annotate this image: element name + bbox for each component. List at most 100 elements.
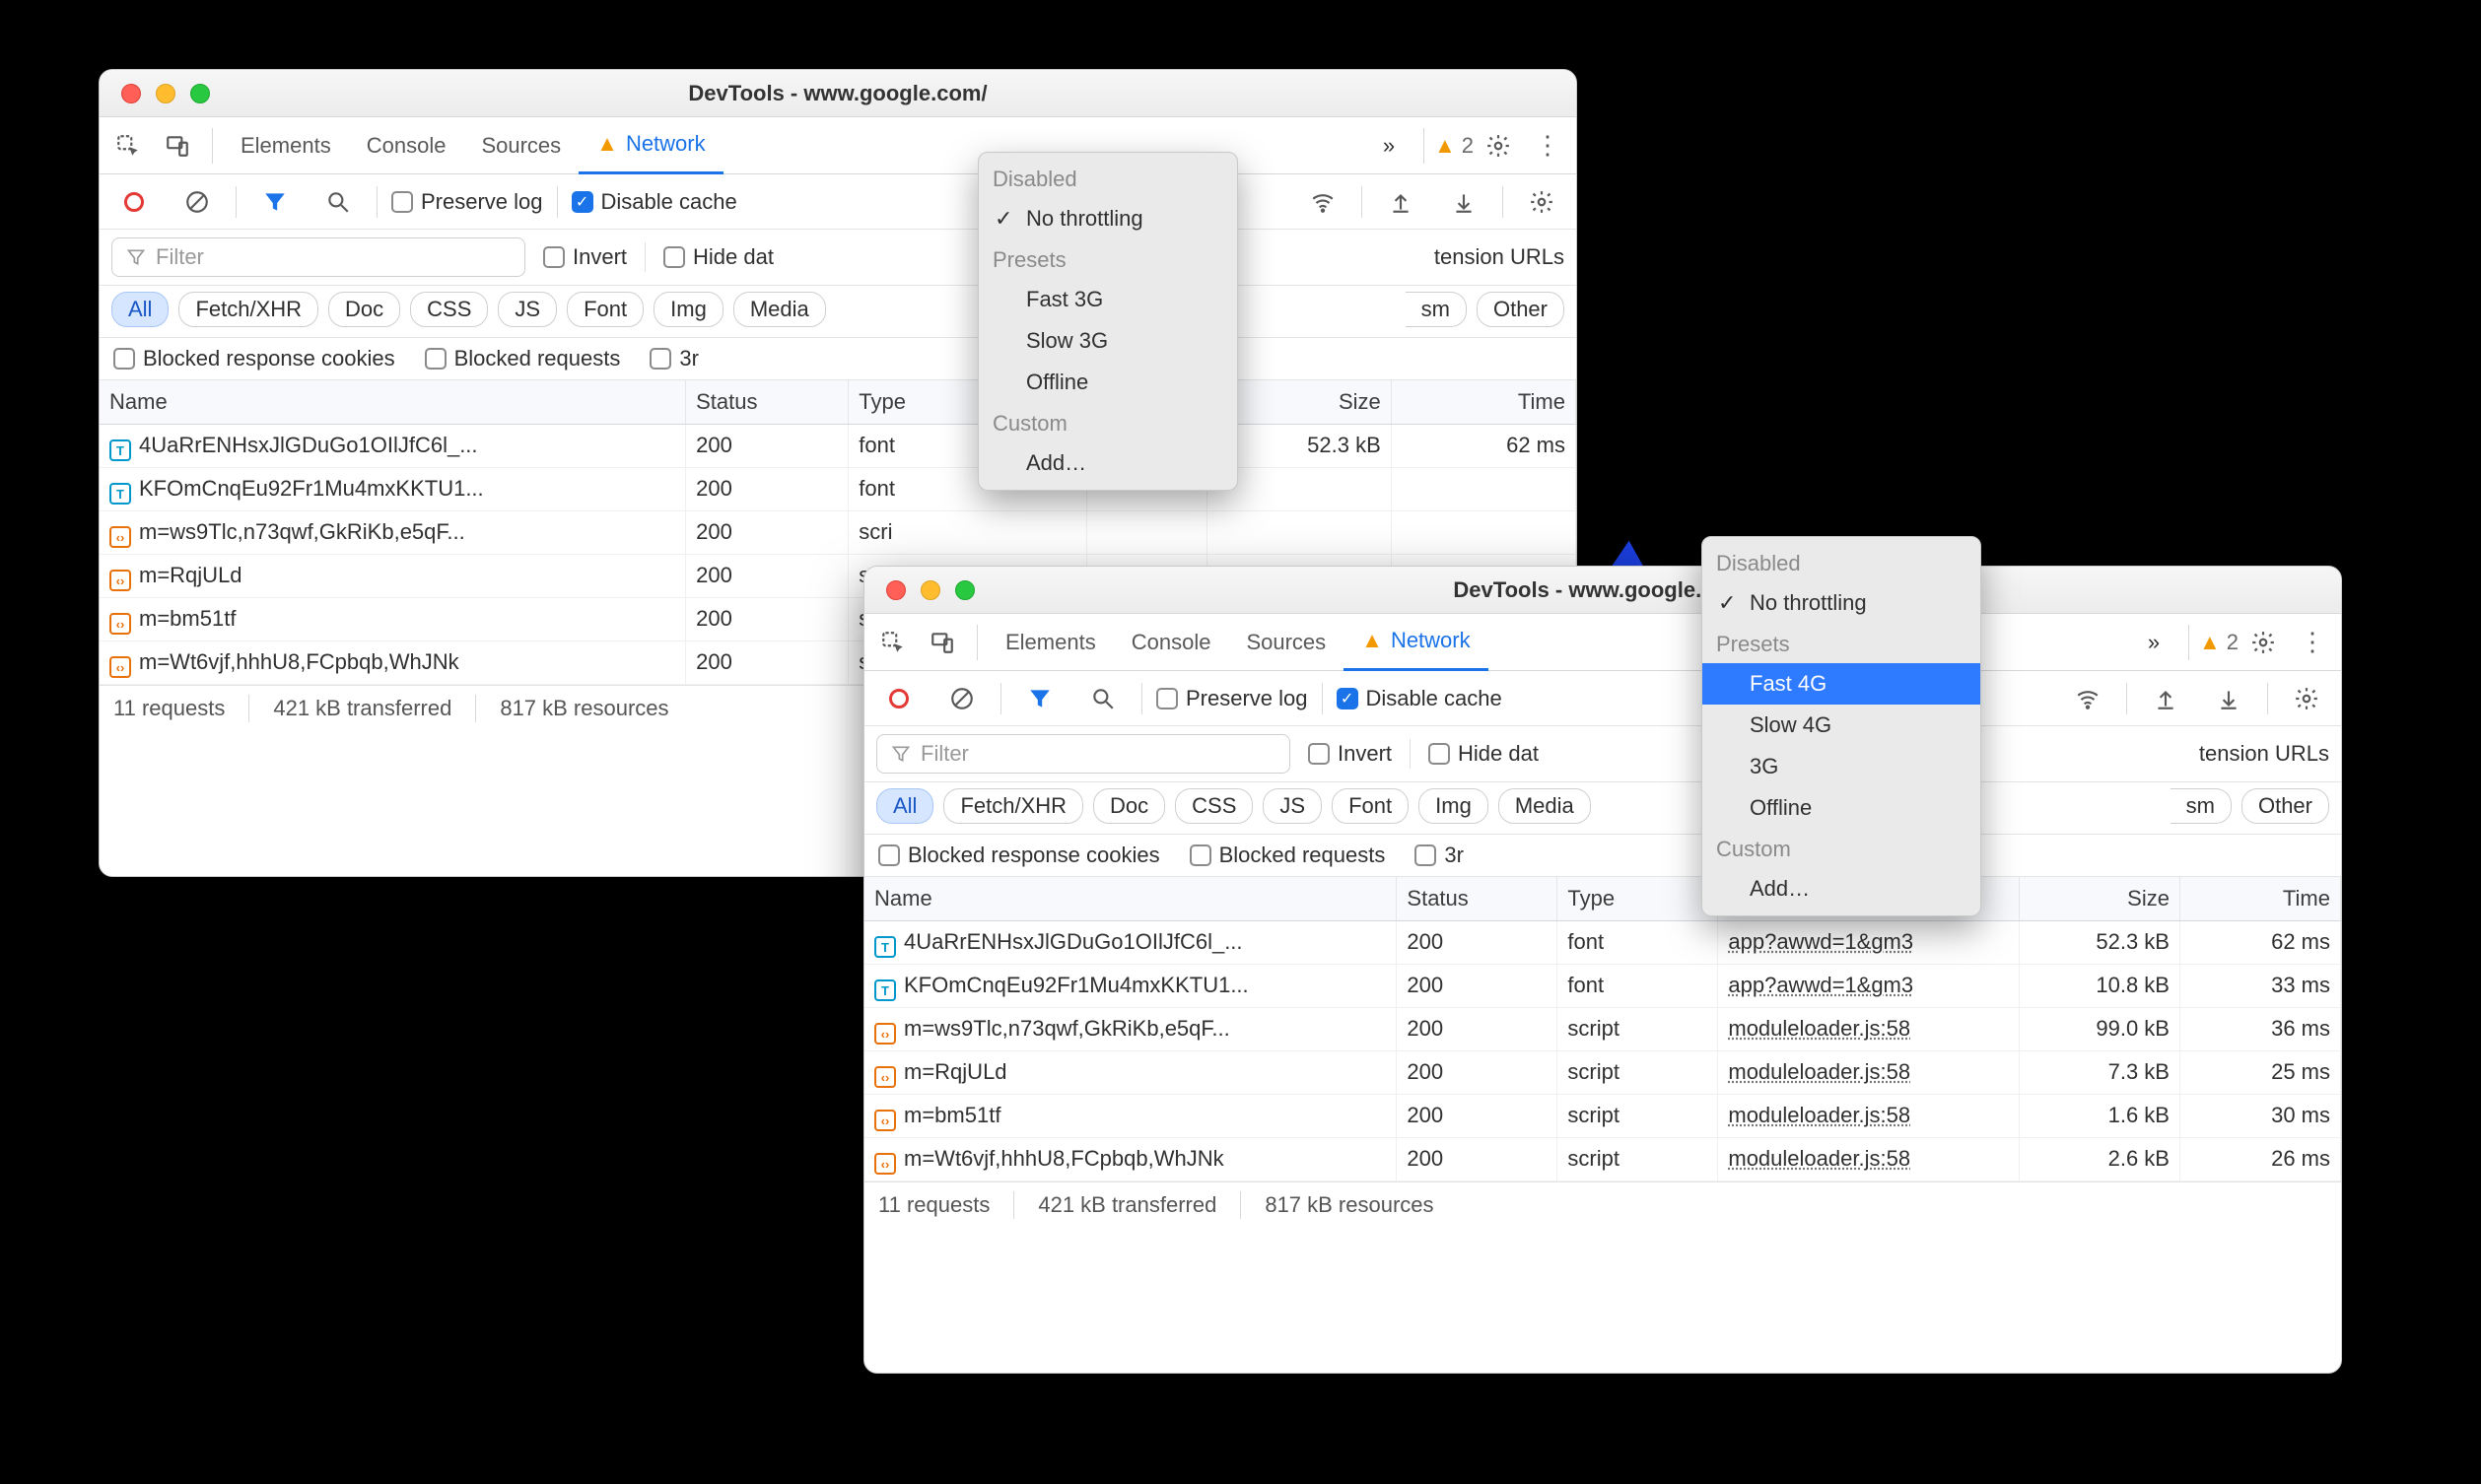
clear-button[interactable] <box>941 678 983 719</box>
table-row[interactable]: TKFOmCnqEu92Fr1Mu4mxKKTU1...200font <box>100 467 1576 510</box>
blocked-response-cookies-checkbox[interactable]: Blocked response cookies <box>878 843 1160 868</box>
pill-all[interactable]: All <box>876 788 933 824</box>
pill-css[interactable]: CSS <box>1175 788 1253 824</box>
pill-doc[interactable]: Doc <box>328 292 400 327</box>
blocked-requests-checkbox[interactable]: Blocked requests <box>425 346 621 371</box>
invert-checkbox[interactable]: Invert <box>1308 741 1392 767</box>
col-time[interactable]: Time <box>2179 877 2340 920</box>
settings-gear-icon[interactable] <box>1478 125 1519 167</box>
pill-other[interactable]: Other <box>1477 292 1564 327</box>
col-type[interactable]: Type <box>1557 877 1718 920</box>
pill-fetch-xhr[interactable]: Fetch/XHR <box>178 292 318 327</box>
filter-input[interactable]: Filter <box>876 734 1290 774</box>
throttling-option-add[interactable]: Add… <box>979 442 1237 484</box>
throttling-option-fast-3g[interactable]: Fast 3G <box>979 279 1237 320</box>
inspect-element-icon[interactable] <box>872 622 914 663</box>
search-icon[interactable] <box>317 181 359 223</box>
initiator-link[interactable]: moduleloader.js:58 <box>1728 1016 1910 1041</box>
tab-console[interactable]: Console <box>1114 614 1229 671</box>
more-tabs-chevron-icon[interactable]: » <box>2133 622 2174 663</box>
settings-gear-icon[interactable] <box>2242 622 2284 663</box>
pill-wasm-partial[interactable]: sm <box>1406 292 1467 327</box>
throttling-option-slow-3g[interactable]: Slow 3G <box>979 320 1237 362</box>
pill-img[interactable]: Img <box>654 292 724 327</box>
network-settings-gear-icon[interactable] <box>1521 181 1562 223</box>
table-row[interactable]: ‹›m=Wt6vjf,hhhU8,FCpbqb,WhJNk200scriptmo… <box>864 1137 2341 1180</box>
initiator-link[interactable]: moduleloader.js:58 <box>1728 1103 1910 1127</box>
tab-sources[interactable]: Sources <box>1228 614 1344 671</box>
col-status[interactable]: Status <box>1397 877 1557 920</box>
blocked-requests-checkbox[interactable]: Blocked requests <box>1190 843 1386 868</box>
pill-font[interactable]: Font <box>1332 788 1409 824</box>
throttling-option-3g[interactable]: 3G <box>1702 746 1980 787</box>
throttling-option-no-throttling[interactable]: No throttling <box>1702 582 1980 624</box>
throttling-option-offline[interactable]: Offline <box>1702 787 1980 829</box>
more-tabs-chevron-icon[interactable]: » <box>1368 125 1410 167</box>
col-status[interactable]: Status <box>686 380 849 424</box>
import-har-icon[interactable] <box>1380 181 1421 223</box>
disable-cache-checkbox[interactable]: ✓Disable cache <box>572 189 737 215</box>
blocked-response-cookies-checkbox[interactable]: Blocked response cookies <box>113 346 395 371</box>
pill-js[interactable]: JS <box>1263 788 1322 824</box>
network-conditions-icon[interactable] <box>2067 678 2108 719</box>
table-row[interactable]: TKFOmCnqEu92Fr1Mu4mxKKTU1...200fontapp?a… <box>864 964 2341 1007</box>
tab-elements[interactable]: Elements <box>223 117 349 174</box>
pill-media[interactable]: Media <box>1498 788 1591 824</box>
initiator-link[interactable]: moduleloader.js:58 <box>1728 1146 1910 1171</box>
initiator-link[interactable]: moduleloader.js:58 <box>1728 1059 1910 1084</box>
inspect-element-icon[interactable] <box>107 125 149 167</box>
throttling-option-offline[interactable]: Offline <box>979 362 1237 403</box>
pill-wasm-partial[interactable]: sm <box>2171 788 2232 824</box>
device-mode-icon[interactable] <box>922 622 963 663</box>
table-row[interactable]: ‹›m=bm51tf200scriptmoduleloader.js:581.6… <box>864 1094 2341 1137</box>
invert-checkbox[interactable]: Invert <box>543 244 627 270</box>
pill-media[interactable]: Media <box>733 292 826 327</box>
hide-data-urls-checkbox[interactable]: Hide dat <box>663 244 774 270</box>
filter-funnel-icon[interactable] <box>254 181 296 223</box>
clear-button[interactable] <box>176 181 218 223</box>
throttling-option-no-throttling[interactable]: No throttling <box>979 198 1237 239</box>
record-button[interactable] <box>113 181 155 223</box>
third-party-checkbox[interactable]: 3r <box>1414 843 1464 868</box>
table-row[interactable]: ‹›m=ws9Tlc,n73qwf,GkRiKb,e5qF...200scrip… <box>864 1007 2341 1050</box>
tab-elements[interactable]: Elements <box>988 614 1114 671</box>
pill-fetch-xhr[interactable]: Fetch/XHR <box>943 788 1083 824</box>
kebab-menu-icon[interactable]: ⋮ <box>1527 125 1568 167</box>
table-row[interactable]: ‹›m=ws9Tlc,n73qwf,GkRiKb,e5qF...200scri <box>100 510 1576 554</box>
warnings-badge[interactable]: ▲2 <box>2199 630 2239 655</box>
tab-sources[interactable]: Sources <box>463 117 579 174</box>
filter-funnel-icon[interactable] <box>1019 678 1061 719</box>
tab-network[interactable]: ▲ Network <box>579 117 723 174</box>
preserve-log-checkbox[interactable]: Preserve log <box>391 189 543 215</box>
search-icon[interactable] <box>1082 678 1124 719</box>
network-conditions-icon[interactable] <box>1302 181 1344 223</box>
third-party-checkbox[interactable]: 3r <box>650 346 699 371</box>
network-settings-gear-icon[interactable] <box>2286 678 2327 719</box>
col-size[interactable]: Size <box>2019 877 2179 920</box>
initiator-link[interactable]: app?awwd=1&gm3 <box>1728 929 1913 954</box>
device-mode-icon[interactable] <box>157 125 198 167</box>
throttling-option-fast-4g[interactable]: Fast 4G <box>1702 663 1980 705</box>
titlebar[interactable]: DevTools - www.google.com/ <box>100 70 1576 117</box>
pill-img[interactable]: Img <box>1418 788 1488 824</box>
throttling-option-add[interactable]: Add… <box>1702 868 1980 910</box>
pill-doc[interactable]: Doc <box>1093 788 1165 824</box>
tab-network[interactable]: ▲ Network <box>1344 614 1487 671</box>
titlebar[interactable]: DevTools - www.google.com/ <box>864 567 2341 614</box>
disable-cache-checkbox[interactable]: ✓Disable cache <box>1337 686 1502 711</box>
pill-all[interactable]: All <box>111 292 169 327</box>
warnings-badge[interactable]: ▲2 <box>1434 133 1474 159</box>
col-time[interactable]: Time <box>1391 380 1575 424</box>
kebab-menu-icon[interactable]: ⋮ <box>2292 622 2333 663</box>
col-name[interactable]: Name <box>864 877 1397 920</box>
initiator-link[interactable]: app?awwd=1&gm3 <box>1728 973 1913 997</box>
hide-data-urls-checkbox[interactable]: Hide dat <box>1428 741 1539 767</box>
export-har-icon[interactable] <box>2208 678 2249 719</box>
pill-other[interactable]: Other <box>2241 788 2329 824</box>
throttling-option-slow-4g[interactable]: Slow 4G <box>1702 705 1980 746</box>
table-row[interactable]: T4UaRrENHsxJlGDuGo1OIlJfC6l_...200fontap… <box>864 920 2341 964</box>
preserve-log-checkbox[interactable]: Preserve log <box>1156 686 1308 711</box>
table-row[interactable]: ‹›m=RqjULd200scriptmoduleloader.js:587.3… <box>864 1050 2341 1094</box>
col-name[interactable]: Name <box>100 380 686 424</box>
pill-font[interactable]: Font <box>567 292 644 327</box>
